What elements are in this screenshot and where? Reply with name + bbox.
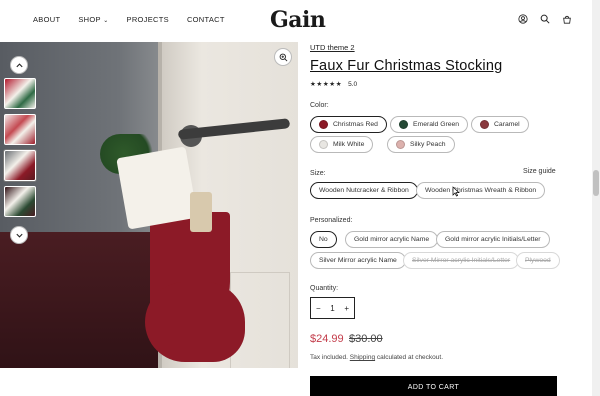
color-option-christmas-red[interactable]: Christmas Red (310, 116, 387, 133)
color-option-emerald-green[interactable]: Emerald Green (390, 116, 469, 133)
quantity-label: Quantity: (310, 285, 339, 292)
image-stocking-toe (145, 282, 245, 362)
color-option-label: Silky Peach (410, 141, 446, 148)
personalized-option-gold-name[interactable]: Gold mirror acrylic Name (345, 231, 439, 248)
star-rating-icon: ★★★★★ (310, 81, 343, 88)
zoom-button[interactable] (274, 48, 292, 66)
image-stocking-cuff (116, 146, 198, 230)
color-swatch (319, 120, 328, 129)
search-icon[interactable] (540, 14, 550, 24)
shipping-link[interactable]: Shipping (350, 354, 375, 361)
zoom-in-icon (279, 53, 287, 61)
nav-shop[interactable]: SHOP ⌄ (78, 15, 108, 24)
quantity-stepper: − 1 + (310, 297, 355, 319)
color-option-milk-white[interactable]: Milk White (310, 136, 374, 153)
quantity-input[interactable]: 1 (330, 304, 334, 313)
account-icon[interactable] (518, 14, 528, 24)
thumbnail-next-button[interactable] (10, 226, 28, 244)
color-swatch (396, 140, 405, 149)
site-logo[interactable]: Gain (270, 7, 326, 33)
color-option-silky-peach[interactable]: Silky Peach (387, 136, 455, 153)
site-header: ABOUT SHOP ⌄ PROJECTS CONTACT Gain (0, 0, 600, 42)
tax-note-prefix: Tax included. (310, 354, 348, 361)
color-label: Color: (310, 102, 329, 109)
size-guide-link[interactable]: Size guide (523, 168, 556, 175)
image-ornament (190, 192, 212, 232)
thumbnail[interactable] (4, 78, 36, 109)
size-option-nutcracker[interactable]: Wooden Nutcracker & Ribbon (310, 182, 418, 199)
main-nav: ABOUT SHOP ⌄ PROJECTS CONTACT (33, 15, 225, 24)
size-label: Size: (310, 170, 326, 177)
color-swatch (480, 120, 489, 129)
nav-projects[interactable]: PROJECTS (127, 15, 169, 24)
personalized-option-gold-initials[interactable]: Gold mirror acrylic Initials/Letter (436, 231, 550, 248)
color-option-label: Christmas Red (333, 121, 378, 128)
color-swatch (399, 120, 408, 129)
personalized-label: Personalized: (310, 217, 353, 224)
add-to-cart-button[interactable]: ADD TO CART (310, 376, 557, 396)
mouse-pointer-icon (452, 186, 460, 197)
thumbnail-active[interactable] (4, 150, 36, 181)
cart-icon[interactable] (562, 14, 572, 24)
compare-price: $30.00 (349, 333, 383, 345)
increase-quantity-button[interactable]: + (344, 304, 349, 313)
product-title: Faux Fur Christmas Stocking (310, 58, 503, 74)
personalized-option-no[interactable]: No (310, 231, 337, 248)
thumbnail[interactable] (4, 186, 36, 217)
thumbnail-prev-button[interactable] (10, 56, 28, 74)
product-vendor[interactable]: UTD theme 2 (310, 43, 355, 52)
rating-value: 5.0 (348, 80, 358, 88)
sale-price: $24.99 (310, 333, 344, 345)
nav-shop-label: SHOP (78, 15, 101, 24)
header-icons (518, 14, 572, 24)
chevron-up-icon (15, 62, 23, 67)
product-rating[interactable]: ★★★★★ 5.0 (310, 80, 358, 89)
chevron-down-icon: ⌄ (103, 18, 109, 24)
nav-contact[interactable]: CONTACT (187, 15, 225, 24)
tax-note-suffix: calculated at checkout. (376, 354, 444, 361)
color-option-label: Milk White (333, 141, 365, 148)
personalized-option-silver-name[interactable]: Silver Mirror acrylic Name (310, 252, 406, 269)
size-option-wreath[interactable]: Wooden Christmas Wreath & Ribbon (416, 182, 546, 199)
image-wall-panel (0, 232, 170, 368)
color-swatch (319, 140, 328, 149)
product-image[interactable] (0, 42, 298, 368)
color-option-label: Emerald Green (413, 121, 460, 128)
color-option-caramel[interactable]: Caramel (471, 116, 529, 133)
personalized-option-plywood[interactable]: Plywood (516, 252, 560, 269)
scrollbar-thumb[interactable] (593, 170, 599, 196)
nav-about[interactable]: ABOUT (33, 15, 60, 24)
thumbnail[interactable] (4, 114, 36, 145)
page-scrollbar[interactable] (592, 0, 600, 396)
thumbnail-list (4, 78, 38, 222)
tax-note: Tax included. Shipping calculated at che… (310, 354, 443, 361)
personalized-option-silver-initials[interactable]: Silver Mirror acrylic Initials/Letter (403, 252, 520, 269)
decrease-quantity-button[interactable]: − (316, 304, 321, 313)
chevron-down-icon (15, 233, 23, 238)
color-option-label: Caramel (494, 121, 520, 128)
